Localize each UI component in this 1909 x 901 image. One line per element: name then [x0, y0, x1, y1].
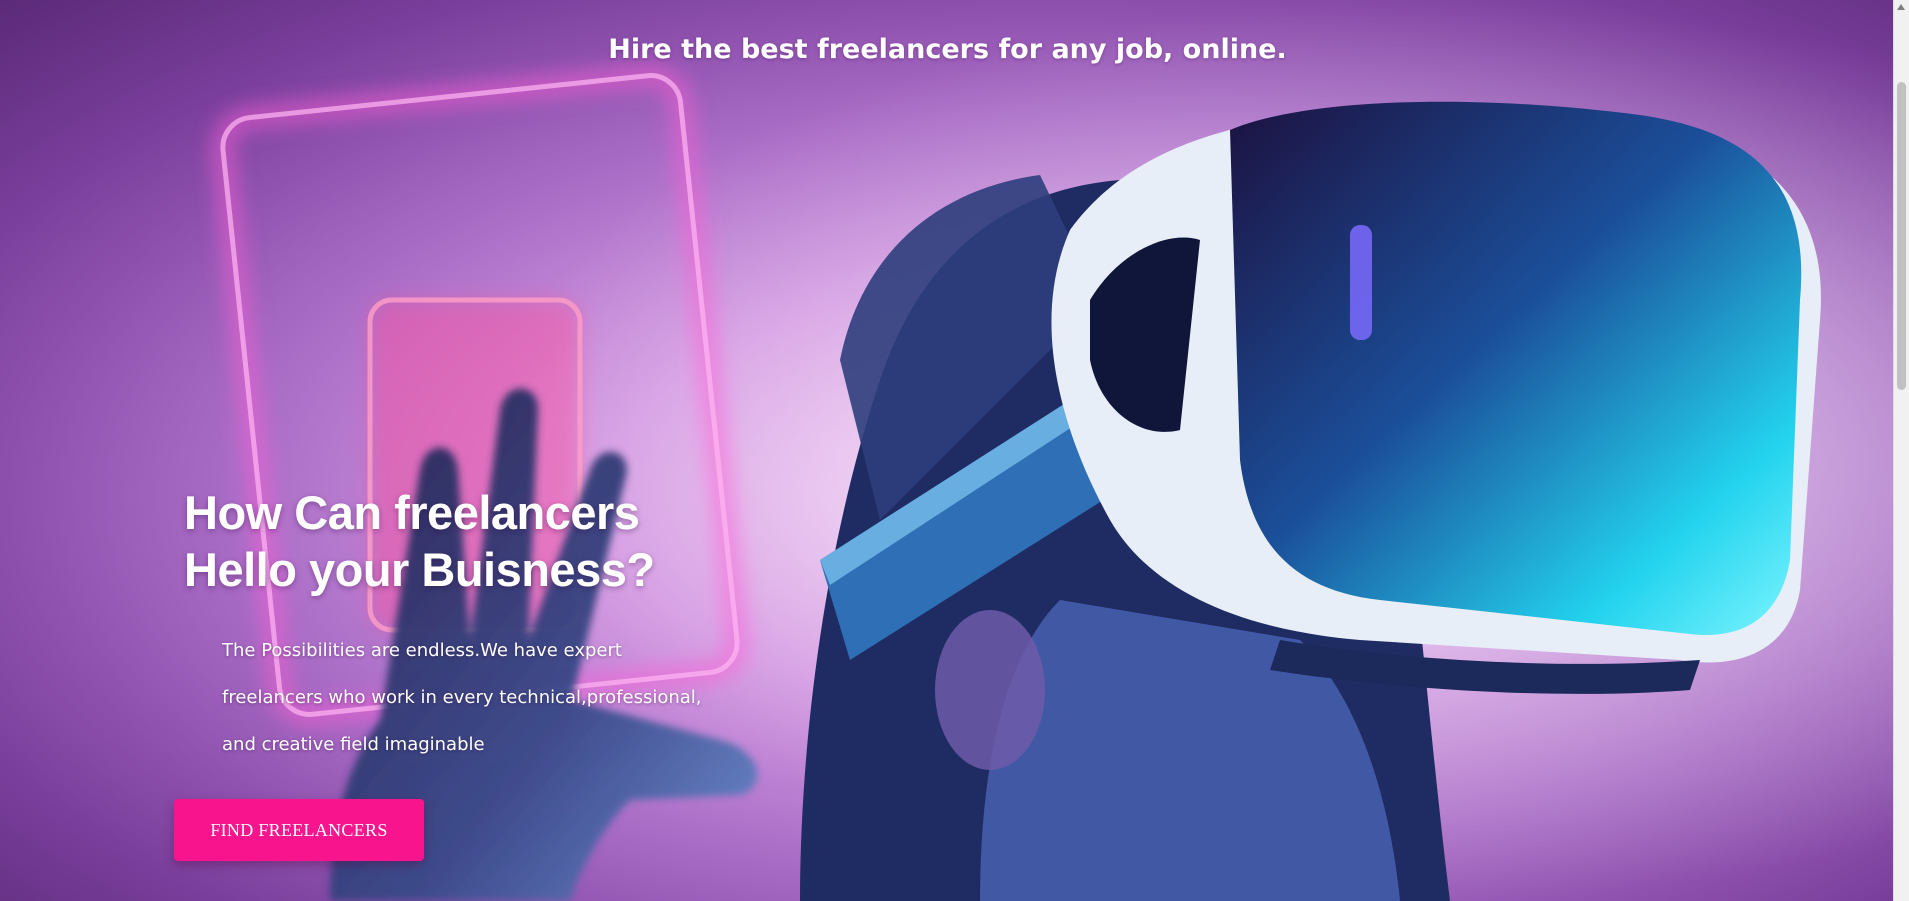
- hero-title: How Can freelancers Hello your Buisness?: [184, 484, 744, 598]
- page-headline: Hire the best freelancers for any job, o…: [608, 34, 1287, 65]
- hero-section: Hire the best freelancers for any job, o…: [0, 0, 1909, 901]
- scroll-up-arrow-icon[interactable]: [1897, 4, 1905, 10]
- hero-title-line-2: Hello your Buisness?: [184, 543, 655, 596]
- scrollbar-thumb[interactable]: [1897, 82, 1906, 390]
- hero-description: The Possibilities are endless.We have ex…: [222, 640, 702, 755]
- find-freelancers-button[interactable]: FIND FREELANCERS: [174, 799, 424, 861]
- hero-title-line-1: How Can freelancers: [184, 486, 640, 539]
- vertical-scrollbar[interactable]: [1893, 0, 1909, 901]
